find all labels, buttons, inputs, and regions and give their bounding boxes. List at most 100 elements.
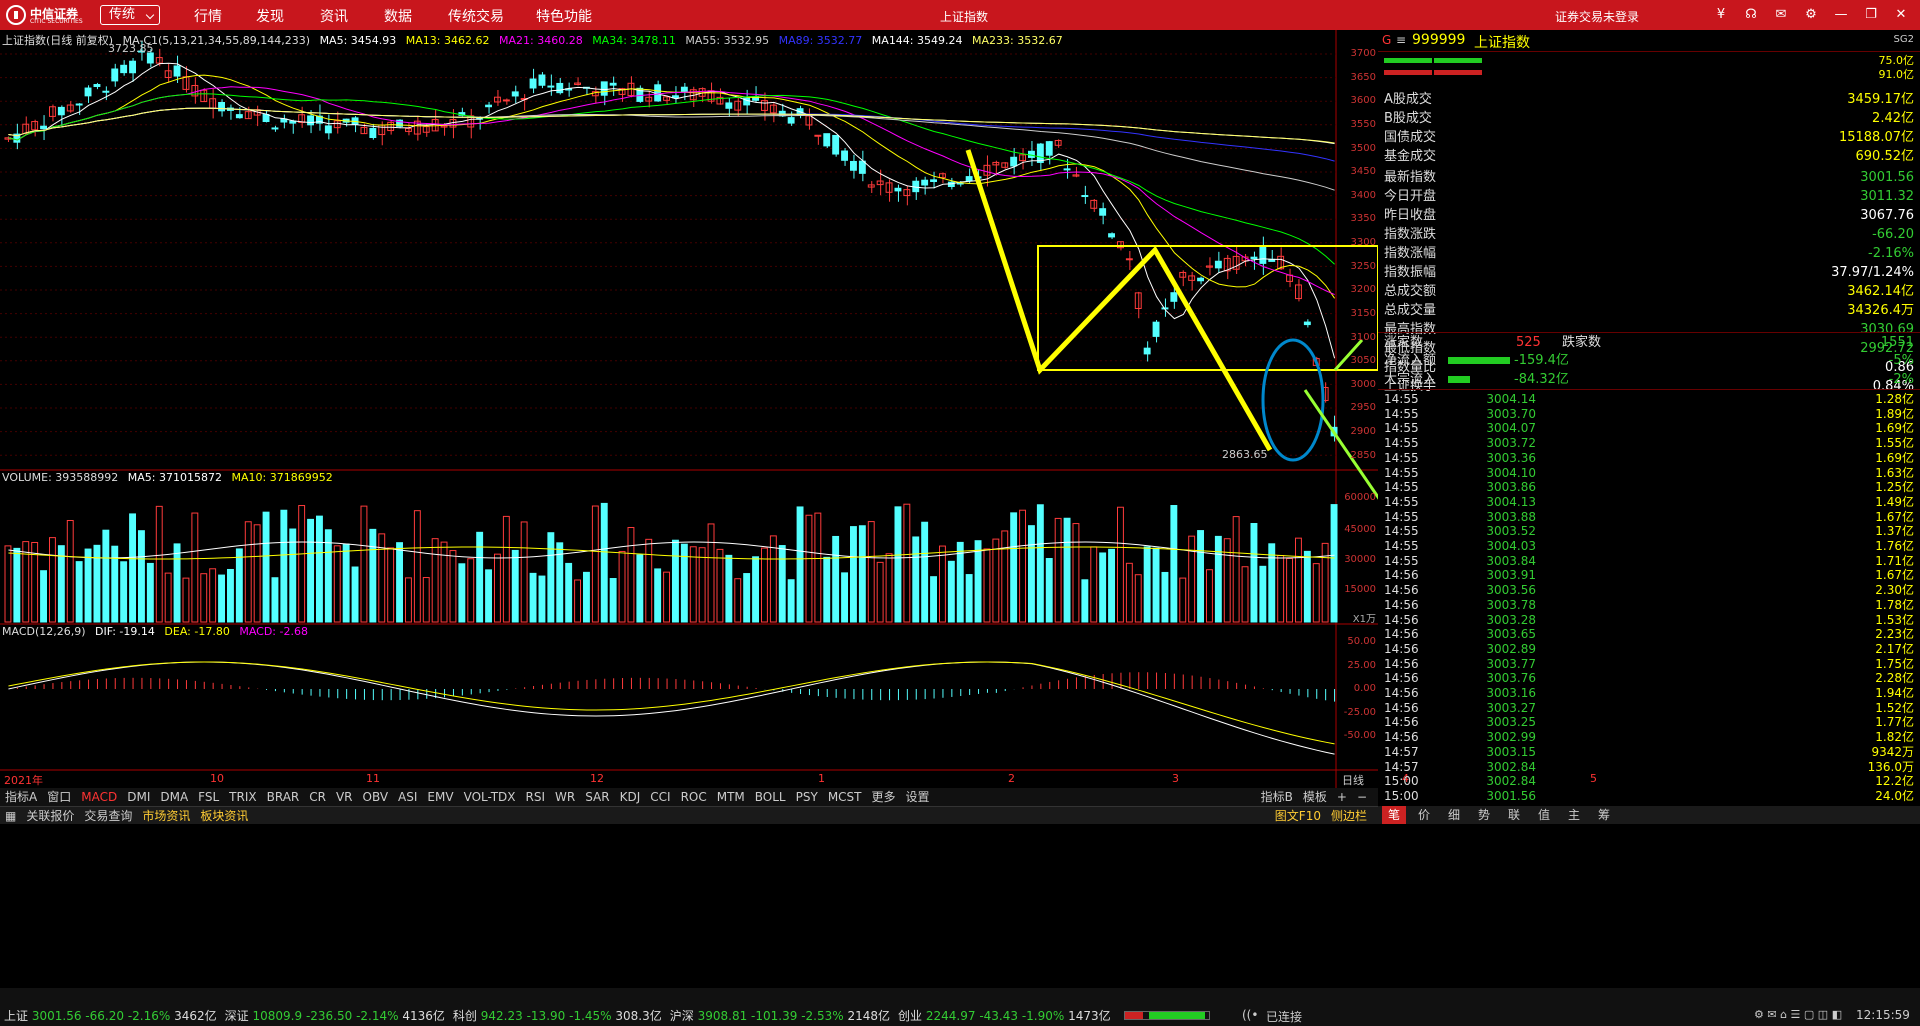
indicator-right-tab[interactable]: +	[1332, 788, 1352, 806]
menu-discover[interactable]: 发现	[256, 6, 284, 26]
minimize-icon[interactable]: —	[1832, 6, 1850, 24]
side-tab[interactable]: 笔	[1382, 806, 1406, 824]
candle	[556, 82, 564, 94]
wealth-icon[interactable]: ¥	[1712, 6, 1730, 24]
volume-bar	[680, 543, 688, 623]
volume-bar	[1312, 563, 1320, 623]
indicator-tab[interactable]: 指标A	[0, 788, 42, 806]
indicator-tab[interactable]: BOLL	[750, 788, 791, 806]
period-label[interactable]: 日线	[1342, 772, 1364, 788]
volume-bar	[200, 573, 208, 623]
down-value: 1551	[1880, 335, 1914, 350]
status-index[interactable]: 科创 942.23 -13.90 -1.45% 308.3亿	[453, 1009, 662, 1023]
indicator-tab[interactable]: PSY	[791, 788, 823, 806]
mode-dropdown[interactable]: 传统	[100, 5, 160, 25]
indicator-tab[interactable]: BRAR	[262, 788, 305, 806]
toolbar-icons[interactable]: ⚙ ✉ ⌂ ☰ ▢ ◫ ◧	[1754, 1008, 1842, 1021]
menu-market[interactable]: 行情	[194, 6, 222, 26]
side-tab[interactable]: 细	[1442, 806, 1466, 824]
vol-tick: 15000	[1344, 584, 1376, 595]
ma34-value: MA34: 3478.11	[592, 34, 676, 47]
menu-news[interactable]: 资讯	[320, 6, 348, 26]
volume-bar	[84, 548, 92, 623]
chart-area[interactable]: 上证指数(日线 前复权) MA-C1(5,13,21,34,55,89,144,…	[0, 30, 1597, 958]
menu-trade[interactable]: 传统交易	[448, 6, 504, 26]
menu-features[interactable]: 特色功能	[536, 6, 592, 26]
menu-data[interactable]: 数据	[384, 6, 412, 26]
side-tab[interactable]: 势	[1472, 806, 1496, 824]
side-tab[interactable]: 主	[1562, 806, 1586, 824]
indicator-tab[interactable]: 设置	[901, 788, 935, 806]
headset-icon[interactable]: ☊	[1742, 6, 1760, 24]
candle	[1036, 143, 1044, 163]
indicator-tab[interactable]: ROC	[676, 788, 712, 806]
quote-value: 3011.32	[1860, 189, 1914, 204]
indicator-tab[interactable]: CR	[304, 788, 331, 806]
clock: 12:15:59	[1856, 1008, 1910, 1022]
y-tick: 3150	[1350, 308, 1376, 319]
candle	[75, 103, 83, 106]
vol-unit: X1万	[1352, 614, 1376, 625]
indicator-tab[interactable]: DMI	[122, 788, 155, 806]
volume-bar	[102, 529, 110, 623]
indicator-tab[interactable]: VR	[331, 788, 358, 806]
restore-icon[interactable]: ❐	[1862, 6, 1880, 24]
indicator-tab[interactable]: MACD	[76, 788, 122, 806]
status-index[interactable]: 深证 10809.9 -236.50 -2.14% 4136亿	[225, 1009, 445, 1023]
indicator-tab[interactable]: 窗口	[42, 788, 76, 806]
tick-time: 15:00	[1384, 788, 1419, 803]
bottom-right-tab[interactable]: 图文F10	[1270, 807, 1326, 825]
menu-icon[interactable]: ≡	[1396, 33, 1406, 47]
bottom-right-tab[interactable]: 侧边栏	[1326, 807, 1372, 825]
indicator-tab[interactable]: EMV	[422, 788, 458, 806]
indicator-tab[interactable]: FSL	[193, 788, 224, 806]
indicator-tab[interactable]: VOL-TDX	[459, 788, 521, 806]
volume-bar	[769, 535, 777, 623]
indicator-tab[interactable]: TRIX	[224, 788, 261, 806]
volume-bar	[939, 545, 946, 623]
inflow-bar	[1448, 357, 1510, 364]
indicator-right-tab[interactable]: 指标B	[1256, 788, 1298, 806]
indicator-tab[interactable]: RSI	[521, 788, 551, 806]
quote-label: 今日开盘	[1384, 189, 1437, 204]
candle	[218, 101, 226, 112]
indicator-tab[interactable]: 更多	[867, 788, 901, 806]
status-index[interactable]: 上证 3001.56 -66.20 -2.16% 3462亿	[4, 1009, 217, 1023]
volume-bar	[1303, 550, 1311, 623]
indicator-tab[interactable]: MCST	[823, 788, 867, 806]
volume-bar	[1206, 569, 1213, 623]
login-status[interactable]: 证券交易未登录	[1555, 8, 1639, 25]
indicator-tab[interactable]: KDJ	[615, 788, 646, 806]
volume-bar	[280, 509, 288, 623]
volume-bar	[627, 527, 635, 623]
side-tab[interactable]: 筹	[1592, 806, 1616, 824]
bottom-tab[interactable]: 市场资讯	[137, 807, 195, 825]
bottom-tab[interactable]: 交易查询	[79, 807, 137, 825]
indicator-right-tab[interactable]: −	[1352, 788, 1372, 806]
grid-icon[interactable]: ▦	[0, 807, 21, 825]
indicator-tab[interactable]: SAR	[580, 788, 614, 806]
side-tab[interactable]: 值	[1532, 806, 1556, 824]
side-tab[interactable]: 联	[1502, 806, 1526, 824]
candle	[823, 133, 831, 147]
indicator-tab[interactable]: ASI	[393, 788, 422, 806]
indicator-tab[interactable]: OBV	[358, 788, 394, 806]
status-index[interactable]: 创业 2244.97 -43.43 -1.90% 1473亿	[898, 1009, 1111, 1023]
bottom-tabs: ▦ 关联报价 交易查询 市场资讯 板块资讯 图文F10 侧边栏	[0, 806, 1378, 824]
indicator-tab[interactable]: DMA	[155, 788, 193, 806]
bottom-tab[interactable]: 关联报价	[21, 807, 79, 825]
bottom-tab[interactable]: 板块资讯	[195, 807, 253, 825]
volume-bar	[885, 553, 893, 623]
ma-line	[8, 107, 1335, 191]
macd-dif-line	[8, 661, 1335, 755]
settings-icon[interactable]: ⚙	[1802, 6, 1820, 24]
indicator-right-tab[interactable]: 模板	[1298, 788, 1332, 806]
status-index[interactable]: 沪深 3908.81 -101.39 -2.53% 2148亿	[670, 1009, 890, 1023]
indicator-tab[interactable]: WR	[550, 788, 580, 806]
side-tab[interactable]: 价	[1412, 806, 1436, 824]
indicator-tab[interactable]: CCI	[645, 788, 675, 806]
quote-row: 今日开盘 3011.32	[1378, 187, 1920, 206]
indicator-tab[interactable]: MTM	[712, 788, 750, 806]
close-icon[interactable]: ✕	[1892, 6, 1910, 24]
mail-icon[interactable]: ✉	[1772, 6, 1790, 24]
